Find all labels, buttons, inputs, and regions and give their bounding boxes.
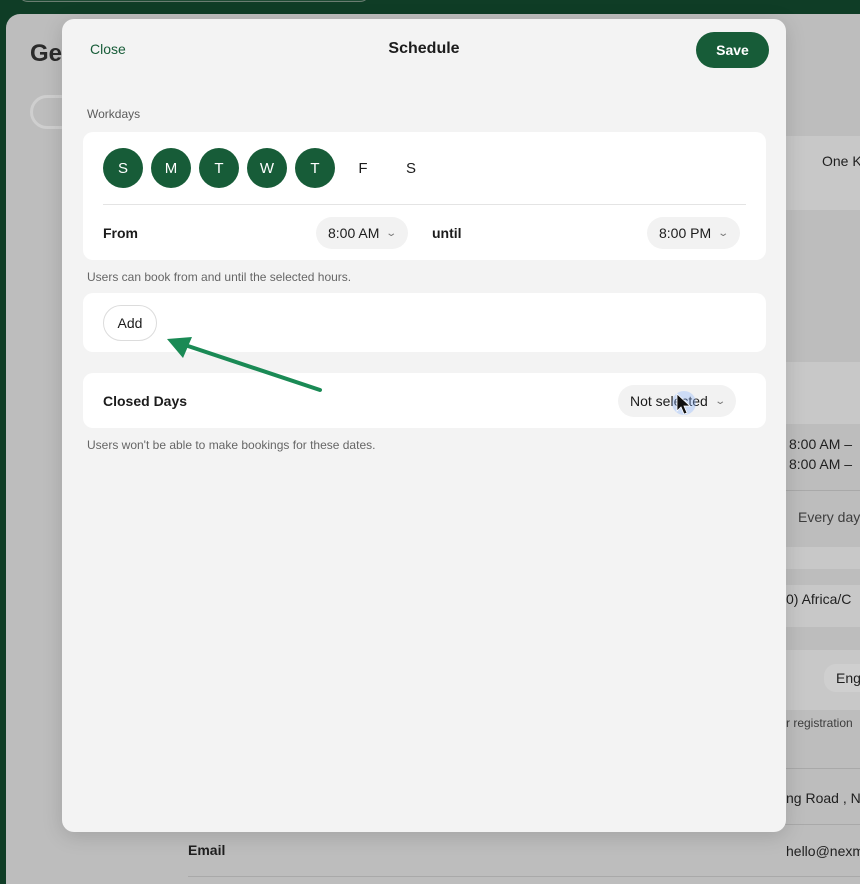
app-topbar [0, 0, 860, 14]
background-row-text: 0) Africa/C [786, 591, 852, 607]
day-toggle-sunday[interactable]: S [103, 148, 143, 188]
modal-header: Close Schedule Save [62, 19, 786, 81]
day-toggle-tuesday[interactable]: T [199, 148, 239, 188]
background-language-chip[interactable]: Eng [824, 664, 860, 692]
background-row-text: 8:00 AM – [789, 436, 853, 452]
workdays-card: S M T W T F S From 8:00 AM ⌄ until 8:00 … [83, 132, 766, 260]
background-row-text: One K [822, 153, 860, 169]
from-time-select[interactable]: 8:00 AM ⌄ [316, 217, 408, 249]
from-label: From [103, 225, 138, 241]
background-email-label: Email [188, 842, 226, 858]
weekday-selector: S M T W T F S [103, 148, 431, 188]
from-time-value: 8:00 AM [328, 225, 380, 241]
until-time-select[interactable]: 8:00 PM ⌄ [647, 217, 740, 249]
closed-days-select[interactable]: Not selected ⌄ [618, 385, 737, 417]
add-button[interactable]: Add [103, 305, 157, 341]
background-row-text: r registration [786, 716, 853, 730]
save-button[interactable]: Save [696, 32, 769, 68]
closed-days-card: Closed Days Not selected ⌄ [83, 373, 766, 428]
chevron-down-icon: ⌄ [714, 395, 726, 407]
day-toggle-saturday[interactable]: S [391, 148, 431, 188]
chevron-down-icon: ⌄ [385, 227, 398, 239]
until-time-value: 8:00 PM [659, 225, 712, 241]
closed-days-helper-text: Users won't be able to make bookings for… [87, 438, 376, 452]
add-hours-card: Add [83, 293, 766, 352]
background-row-text: 8:00 AM – [789, 456, 853, 472]
background-row-text: ng Road , N [786, 790, 860, 806]
until-label: until [432, 225, 462, 241]
card-divider [103, 204, 746, 205]
day-toggle-monday[interactable]: M [151, 148, 191, 188]
closed-days-value: Not selected [630, 393, 708, 409]
day-toggle-wednesday[interactable]: W [247, 148, 287, 188]
background-email-value: hello@nexm [786, 843, 860, 859]
closed-days-label: Closed Days [103, 393, 188, 409]
background-page-title: Ge [30, 40, 63, 67]
hours-helper-text: Users can book from and until the select… [87, 270, 352, 284]
background-divider [188, 876, 860, 877]
workdays-label: Workdays [87, 107, 141, 121]
day-toggle-friday[interactable]: F [343, 148, 383, 188]
background-search-input[interactable] [18, 0, 370, 2]
day-toggle-thursday[interactable]: T [295, 148, 335, 188]
modal-title: Schedule [388, 40, 460, 57]
chevron-down-icon: ⌄ [717, 227, 730, 239]
background-row-text: Every day [798, 509, 860, 525]
schedule-modal: Close Schedule Save Workdays S M T W T F… [62, 19, 786, 832]
